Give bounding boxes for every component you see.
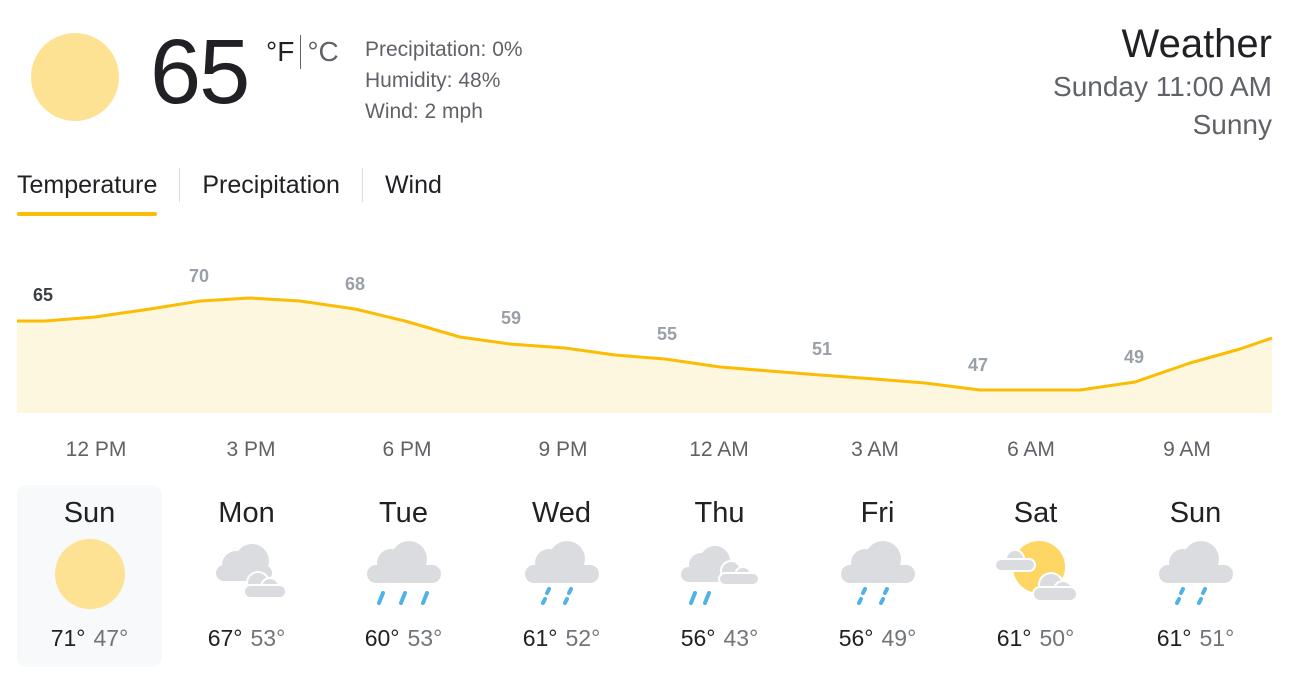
weather-details: Precipitation: 0% Humidity: 48% Wind: 2 … bbox=[365, 34, 523, 127]
day-temps: 71° 47° bbox=[17, 625, 162, 652]
high-temp: 61° bbox=[996, 625, 1032, 651]
day-temps: 61° 51° bbox=[1123, 625, 1268, 652]
celsius-toggle[interactable]: °C bbox=[307, 36, 338, 68]
tab-wind[interactable]: Wind bbox=[385, 165, 442, 210]
day-card-wed[interactable]: Wed 61° 52° bbox=[489, 485, 634, 667]
fahrenheit-toggle[interactable]: °F bbox=[266, 36, 294, 68]
day-name: Mon bbox=[218, 497, 275, 529]
high-temp: 60° bbox=[364, 625, 400, 651]
day-name: Fri bbox=[860, 497, 895, 529]
low-temp: 49° bbox=[881, 625, 917, 651]
day-card-sun[interactable]: Sun 71° 47° bbox=[17, 485, 162, 667]
showers-icon bbox=[525, 541, 599, 605]
sun-icon bbox=[31, 33, 119, 121]
showers-icon bbox=[841, 541, 915, 605]
unit-toggle: °F °C bbox=[266, 35, 339, 69]
high-temp: 71° bbox=[50, 625, 86, 651]
unit-separator bbox=[300, 35, 302, 69]
temp-point-label: 55 bbox=[657, 324, 677, 344]
cloudy-icon bbox=[216, 544, 287, 599]
page-title: Weather bbox=[1121, 22, 1272, 66]
day-card-sun-next[interactable]: Sun 61° 51° bbox=[1123, 485, 1268, 667]
current-temperature: 65 bbox=[150, 21, 250, 123]
temp-point-label: 70 bbox=[189, 266, 209, 286]
temp-point-label: 59 bbox=[501, 308, 521, 328]
temp-point-label: 51 bbox=[812, 339, 832, 359]
low-temp: 51° bbox=[1199, 625, 1235, 651]
low-temp: 47° bbox=[93, 625, 129, 651]
hour-label: 3 PM bbox=[226, 438, 276, 461]
day-temps: 60° 53° bbox=[331, 625, 476, 652]
day-temps: 67° 53° bbox=[174, 625, 319, 652]
tab-divider bbox=[179, 168, 181, 202]
temp-point-label: 47 bbox=[968, 355, 988, 375]
high-temp: 67° bbox=[207, 625, 243, 651]
hour-label: 9 AM bbox=[1163, 438, 1211, 461]
hour-label: 6 PM bbox=[382, 438, 432, 461]
low-temp: 43° bbox=[723, 625, 759, 651]
datetime-text: Sunday 11:00 AM bbox=[1053, 71, 1272, 102]
tab-precipitation[interactable]: Precipitation bbox=[202, 165, 340, 210]
showers-icon bbox=[1159, 541, 1233, 605]
temp-point-label: 68 bbox=[345, 274, 365, 294]
precipitation-text: Precipitation: 0% bbox=[365, 38, 523, 61]
day-name: Thu bbox=[694, 497, 745, 529]
day-card-mon[interactable]: Mon 67° 53° bbox=[174, 485, 319, 667]
day-card-fri[interactable]: Fri 56° 49° bbox=[805, 485, 950, 667]
scattered-showers-icon bbox=[681, 546, 760, 605]
hour-label: 6 AM bbox=[1007, 438, 1055, 461]
humidity-text: Humidity: 48% bbox=[365, 69, 501, 92]
high-temp: 56° bbox=[680, 625, 716, 651]
day-name: Wed bbox=[531, 497, 592, 529]
temperature-chart: 65 70 68 59 55 51 47 49 bbox=[17, 266, 1273, 413]
condition-text: Sunny bbox=[1192, 109, 1272, 140]
weather-header: Weather Sunday 11:00 AM Sunny bbox=[1053, 20, 1272, 144]
hour-label: 3 AM bbox=[851, 438, 899, 461]
tab-temperature[interactable]: Temperature bbox=[17, 165, 158, 216]
day-name: Sat bbox=[1013, 497, 1058, 529]
wind-text: Wind: 2 mph bbox=[365, 100, 483, 123]
hour-label: 9 PM bbox=[538, 438, 588, 461]
high-temp: 61° bbox=[522, 625, 558, 651]
low-temp: 52° bbox=[565, 625, 601, 651]
day-temps: 61° 50° bbox=[963, 625, 1108, 652]
high-temp: 56° bbox=[838, 625, 874, 651]
day-temps: 61° 52° bbox=[489, 625, 634, 652]
temp-point-label: 65 bbox=[33, 285, 53, 305]
current-weather-icon bbox=[30, 32, 120, 122]
tab-bar: Temperature Precipitation Wind bbox=[17, 165, 442, 216]
partly-cloudy-icon bbox=[995, 541, 1077, 602]
day-temps: 56° 49° bbox=[805, 625, 950, 652]
day-name: Sun bbox=[63, 497, 116, 529]
high-temp: 61° bbox=[1156, 625, 1192, 651]
low-temp: 53° bbox=[250, 625, 286, 651]
sun-icon bbox=[55, 539, 125, 609]
day-name: Sun bbox=[1169, 497, 1222, 529]
hour-label: 12 AM bbox=[689, 438, 749, 461]
day-card-tue[interactable]: Tue 60° 53° bbox=[331, 485, 476, 667]
tab-divider bbox=[361, 168, 363, 202]
day-card-thu[interactable]: Thu 56° 43° bbox=[647, 485, 792, 667]
day-temps: 56° 43° bbox=[647, 625, 792, 652]
temp-point-label: 49 bbox=[1124, 347, 1144, 367]
day-name: Tue bbox=[379, 497, 428, 529]
low-temp: 53° bbox=[407, 625, 443, 651]
hour-label: 12 PM bbox=[65, 438, 127, 461]
low-temp: 50° bbox=[1039, 625, 1075, 651]
day-card-sat[interactable]: Sat 61° 50° bbox=[963, 485, 1108, 667]
temperature-area bbox=[17, 298, 1272, 413]
rain-icon bbox=[367, 541, 441, 605]
